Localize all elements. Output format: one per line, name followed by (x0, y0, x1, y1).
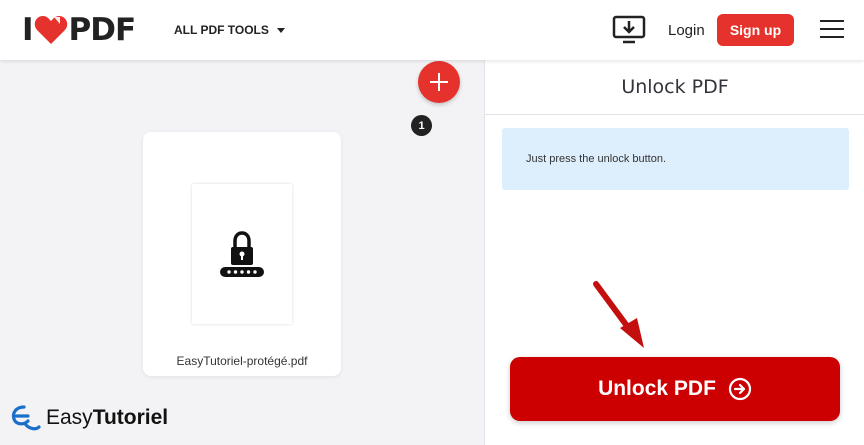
pointer-arrow-icon (593, 281, 644, 348)
unlock-pdf-button-label: Unlock PDF (598, 377, 716, 400)
info-message: Just press the unlock button. (502, 128, 849, 190)
watermark-suffix: Tutoriel (92, 406, 169, 429)
panel-divider (485, 114, 864, 115)
logo-letter-i: I (22, 12, 34, 48)
top-navbar: I PDF ALL PDF TOOLS Login Sign up (0, 0, 864, 60)
add-file-button[interactable] (418, 61, 460, 103)
panel-title: Unlock PDF (621, 76, 729, 98)
easytutoriel-watermark: EasyTutoriel (10, 403, 168, 433)
tools-menu-label: ALL PDF TOOLS (174, 23, 269, 37)
arrow-right-circle-icon (728, 377, 752, 401)
hamburger-menu-icon[interactable] (820, 20, 844, 40)
file-workspace: EasyTutoriel-protégé.pdf (0, 60, 484, 445)
watermark-prefix: Easy (46, 406, 93, 429)
caret-down-icon (276, 27, 285, 33)
ilovepdf-logo[interactable]: I PDF (22, 12, 137, 48)
lock-password-icon (220, 231, 264, 277)
download-desktop-icon[interactable] (612, 15, 646, 45)
file-count-badge: 1 (411, 115, 432, 136)
file-name-label: EasyTutoriel-protégé.pdf (176, 354, 308, 368)
file-thumbnail (192, 184, 292, 324)
easytutoriel-logo-icon (11, 405, 41, 431)
all-pdf-tools-menu[interactable]: ALL PDF TOOLS (174, 23, 285, 37)
file-card[interactable]: EasyTutoriel-protégé.pdf (143, 132, 341, 376)
unlock-pdf-button[interactable]: Unlock PDF (510, 357, 840, 421)
login-link[interactable]: Login (668, 22, 705, 39)
signup-button[interactable]: Sign up (717, 14, 794, 46)
logo-letters-pdf: PDF (68, 12, 137, 48)
heart-icon (34, 16, 67, 44)
